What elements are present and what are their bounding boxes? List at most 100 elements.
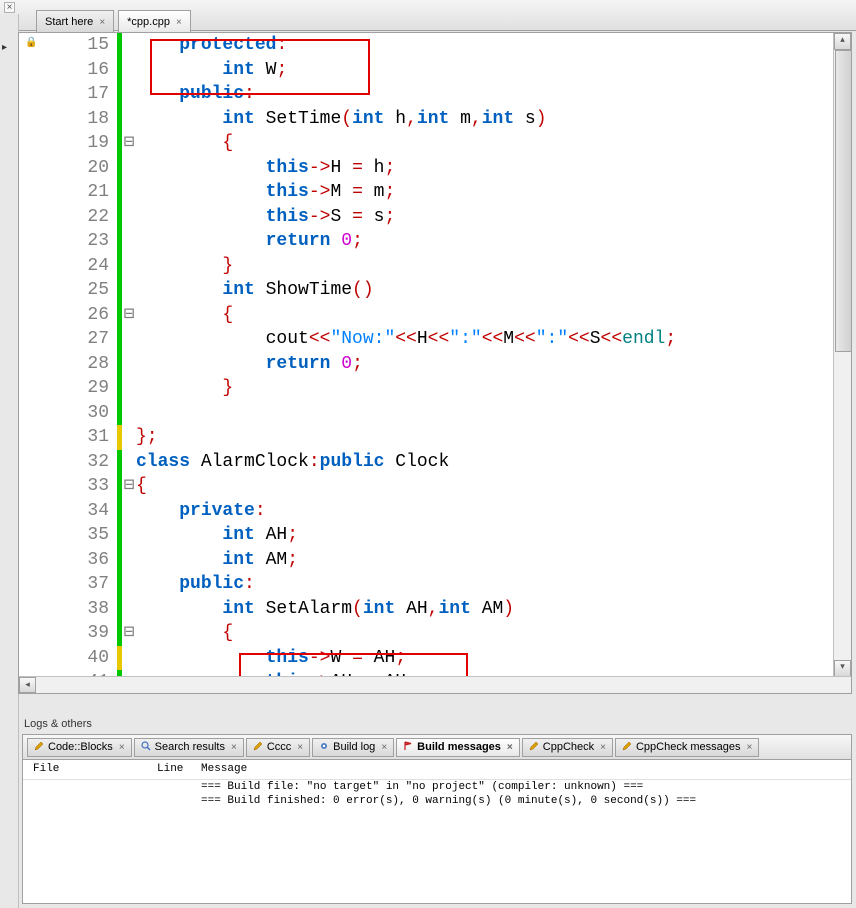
fold-toggle-icon[interactable]: ⊟	[122, 474, 136, 499]
fold-toggle-icon[interactable]: ⊟	[122, 621, 136, 646]
code-line[interactable]: 30	[41, 401, 833, 426]
code-line[interactable]: 18 int SetTime(int h,int m,int s)	[41, 107, 833, 132]
code-text[interactable]: int SetAlarm(int AH,int AM)	[136, 597, 833, 622]
code-text[interactable]: this->S = s;	[136, 205, 833, 230]
log-tab-label: Code::Blocks	[48, 741, 113, 753]
scroll-down-button[interactable]: ▾	[834, 660, 851, 677]
editor-tab[interactable]: Start here×	[36, 10, 114, 34]
code-text[interactable]: private:	[136, 499, 833, 524]
code-text[interactable]: int W;	[136, 58, 833, 83]
log-tab[interactable]: Search results ×	[134, 738, 244, 757]
vertical-scrollbar[interactable]: ▴ ▾	[833, 33, 851, 677]
code-text[interactable]: public:	[136, 82, 833, 107]
code-line[interactable]: 31 };	[41, 425, 833, 450]
code-text[interactable]: this->H = h;	[136, 156, 833, 181]
log-tab[interactable]: CppCheck messages×	[615, 738, 759, 757]
editor-tab[interactable]: *cpp.cpp×	[118, 10, 191, 34]
log-tab[interactable]: Build log×	[312, 738, 394, 757]
code-text[interactable]: {	[136, 303, 833, 328]
code-line[interactable]: 36 int AM;	[41, 548, 833, 573]
code-text[interactable]: cout<<"Now:"<<H<<":"<<M<<":"<<S<<endl;	[136, 327, 833, 352]
scroll-left-button[interactable]: ◂	[19, 677, 36, 693]
close-icon[interactable]: ×	[507, 742, 513, 753]
log-tab-label: Search results	[155, 741, 225, 753]
code-text[interactable]: {	[136, 621, 833, 646]
code-line[interactable]: 39⊟ {	[41, 621, 833, 646]
code-line[interactable]: 20 this->H = h;	[41, 156, 833, 181]
flag-icon	[403, 741, 413, 754]
code-text[interactable]: return 0;	[136, 229, 833, 254]
close-icon[interactable]: ×	[176, 17, 182, 28]
code-line[interactable]: 40 this->W = AH;	[41, 646, 833, 671]
toolbar-close-icon[interactable]: ×	[4, 2, 15, 13]
close-icon[interactable]: ×	[297, 742, 303, 753]
line-number: 17	[41, 82, 117, 107]
code-line[interactable]: 15 protected:	[41, 33, 833, 58]
code-text[interactable]: };	[136, 425, 833, 450]
code-line[interactable]: 34 private:	[41, 499, 833, 524]
code-line[interactable]: 32 class AlarmClock:public Clock	[41, 450, 833, 475]
code-body[interactable]: 15 protected:16 int W;17 public:18 int S…	[41, 33, 833, 677]
line-number: 33	[41, 474, 117, 499]
code-editor[interactable]: 🔒 15 protected:16 int W;17 public:18 int…	[18, 32, 852, 694]
pencil-icon	[253, 741, 263, 754]
code-line[interactable]: 25 int ShowTime()	[41, 278, 833, 303]
code-text[interactable]: this->M = m;	[136, 180, 833, 205]
code-line[interactable]: 26⊟ {	[41, 303, 833, 328]
close-icon[interactable]: ×	[231, 742, 237, 753]
log-row[interactable]: === Build file: "no target" in "no proje…	[23, 780, 851, 794]
code-text[interactable]: return 0;	[136, 352, 833, 377]
code-line[interactable]: 38 int SetAlarm(int AH,int AM)	[41, 597, 833, 622]
horizontal-scrollbar[interactable]: ◂	[19, 676, 851, 693]
fold-toggle-icon[interactable]: ⊟	[122, 303, 136, 328]
fold-toggle-icon	[122, 107, 136, 132]
code-line[interactable]: 24 }	[41, 254, 833, 279]
log-tab[interactable]: CppCheck×	[522, 738, 613, 757]
code-line[interactable]: 37 public:	[41, 572, 833, 597]
log-tab[interactable]: Cccc ×	[246, 738, 310, 757]
code-text[interactable]: {	[136, 131, 833, 156]
code-line[interactable]: 28 return 0;	[41, 352, 833, 377]
log-tab-label: Cccc	[267, 741, 291, 753]
code-line[interactable]: 27 cout<<"Now:"<<H<<":"<<M<<":"<<S<<endl…	[41, 327, 833, 352]
code-line[interactable]: 22 this->S = s;	[41, 205, 833, 230]
log-cell-message: === Build finished: 0 error(s), 0 warnin…	[201, 795, 841, 807]
close-icon[interactable]: ×	[381, 742, 387, 753]
code-text[interactable]: int AM;	[136, 548, 833, 573]
code-text[interactable]: int SetTime(int h,int m,int s)	[136, 107, 833, 132]
code-text[interactable]: this->W = AH;	[136, 646, 833, 671]
line-number: 37	[41, 572, 117, 597]
scroll-up-button[interactable]: ▴	[834, 33, 851, 50]
code-line[interactable]: 21 this->M = m;	[41, 180, 833, 205]
close-icon[interactable]: ×	[747, 742, 753, 753]
close-icon[interactable]: ×	[600, 742, 606, 753]
code-line[interactable]: 19⊟ {	[41, 131, 833, 156]
code-line[interactable]: 29 }	[41, 376, 833, 401]
scroll-thumb[interactable]	[835, 50, 852, 352]
code-line[interactable]: 33⊟{	[41, 474, 833, 499]
code-text[interactable]: protected:	[136, 33, 833, 58]
log-tab[interactable]: Code::Blocks ×	[27, 738, 132, 757]
code-line[interactable]: 35 int AH;	[41, 523, 833, 548]
log-row[interactable]: === Build finished: 0 error(s), 0 warnin…	[23, 794, 851, 808]
log-tab[interactable]: Build messages×	[396, 738, 520, 757]
sidebar-expand-icon[interactable]: ▸	[2, 42, 7, 53]
code-text[interactable]: class AlarmClock:public Clock	[136, 450, 833, 475]
code-text[interactable]: int ShowTime()	[136, 278, 833, 303]
fold-toggle-icon[interactable]: ⊟	[122, 131, 136, 156]
code-text[interactable]: public:	[136, 572, 833, 597]
line-number: 20	[41, 156, 117, 181]
code-line[interactable]: 17 public:	[41, 82, 833, 107]
code-text[interactable]: }	[136, 376, 833, 401]
code-text[interactable]: int AH;	[136, 523, 833, 548]
code-text[interactable]: {	[136, 474, 833, 499]
code-text[interactable]: }	[136, 254, 833, 279]
code-line[interactable]: 16 int W;	[41, 58, 833, 83]
line-number: 40	[41, 646, 117, 671]
close-icon[interactable]: ×	[119, 742, 125, 753]
line-number: 15	[41, 33, 117, 58]
code-line[interactable]: 23 return 0;	[41, 229, 833, 254]
line-number: 32	[41, 450, 117, 475]
close-icon[interactable]: ×	[99, 17, 105, 28]
fold-toggle-icon	[122, 401, 136, 426]
